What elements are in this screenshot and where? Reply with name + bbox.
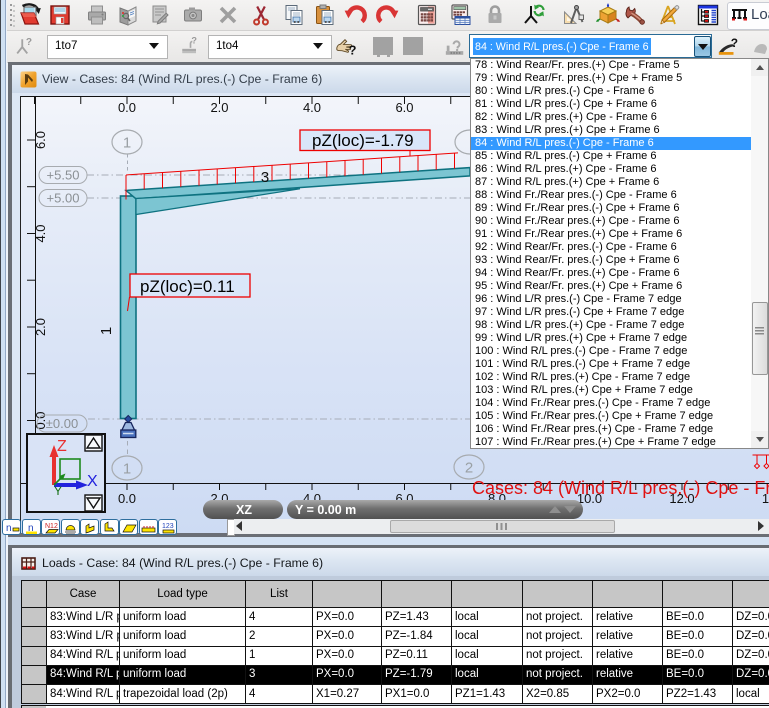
svg-text:Cases: 84 (Wind R/L pres.(-) C: Cases: 84 (Wind R/L pres.(-) Cpe - Frame…: [472, 478, 769, 498]
svg-text:+5.50: +5.50: [47, 168, 80, 183]
svg-text:Z: Z: [57, 438, 67, 455]
svg-text:6.0: 6.0: [33, 131, 48, 149]
svg-text:N12: N12: [45, 523, 58, 530]
svg-text:0.0: 0.0: [118, 100, 136, 115]
svg-text:2.0: 2.0: [210, 100, 228, 115]
svg-text:2: 2: [465, 460, 473, 477]
svg-text:n: n: [6, 523, 12, 534]
svg-text:±0.00: ±0.00: [46, 416, 78, 431]
svg-text:0.0: 0.0: [118, 491, 136, 506]
svg-text:X: X: [87, 473, 98, 490]
svg-text:2.0: 2.0: [33, 318, 48, 336]
svg-text:4.0: 4.0: [303, 100, 321, 115]
svg-text:4.0: 4.0: [33, 224, 48, 242]
svg-text:3: 3: [261, 169, 269, 186]
svg-text:+5.00: +5.00: [47, 191, 80, 206]
svg-text:1: 1: [123, 461, 131, 478]
svg-text:6.0: 6.0: [395, 100, 413, 115]
svg-text:123: 123: [162, 523, 174, 530]
svg-text:1: 1: [123, 135, 131, 152]
svg-text:1: 1: [98, 327, 115, 335]
svg-text:pZ(loc)=-1.79: pZ(loc)=-1.79: [312, 131, 414, 150]
svg-text:Y: Y: [54, 484, 62, 498]
svg-text:pZ(loc)=0.11: pZ(loc)=0.11: [140, 277, 235, 296]
